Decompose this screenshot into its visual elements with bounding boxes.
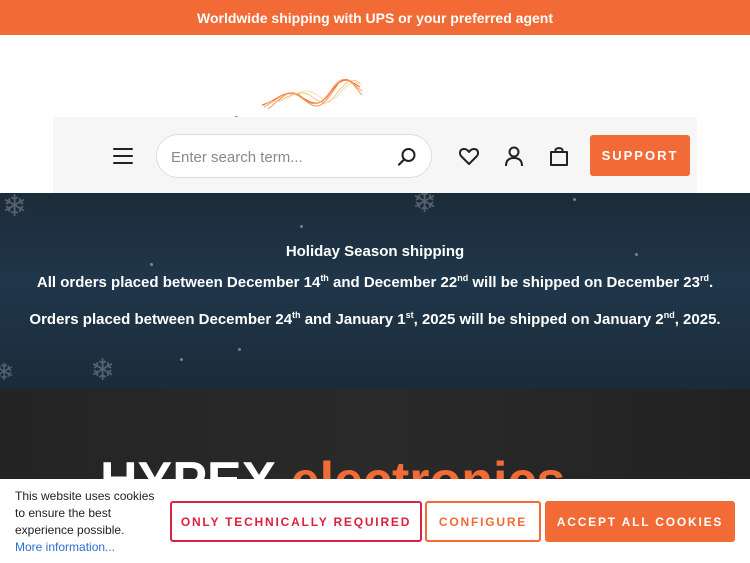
snowflake-icon: ❄ <box>0 359 15 386</box>
cookie-consent-bar: This website uses cookies to ensure the … <box>0 479 750 563</box>
support-button[interactable]: SUPPORT <box>590 135 690 176</box>
wishlist-heart-icon[interactable] <box>458 145 480 167</box>
account-user-icon[interactable] <box>503 145 525 167</box>
announcement-text: Worldwide shipping with UPS or your pref… <box>197 9 553 26</box>
snowflake-icon: ❄ <box>90 354 116 387</box>
snowflake-icon: ❄ <box>2 193 28 223</box>
cookie-notice: This website uses cookies to ensure the … <box>15 488 165 556</box>
holiday-line-1: All orders placed between December 14th … <box>36 273 714 291</box>
snowflake-icon: ❄ <box>412 193 438 219</box>
header-navbar: SUPPORT <box>53 117 697 193</box>
logo-area: hypex electronics <box>0 35 750 149</box>
menu-icon[interactable] <box>113 148 133 164</box>
cookie-configure-button[interactable]: CONFIGURE <box>425 501 541 542</box>
search-input[interactable] <box>171 145 381 169</box>
cookie-accept-all-button[interactable]: ACCEPT ALL COOKIES <box>545 501 735 542</box>
cart-bag-icon[interactable] <box>548 145 570 167</box>
search-box <box>156 134 432 178</box>
holiday-line-2: Orders placed between December 24th and … <box>29 310 721 328</box>
holiday-title: Holiday Season shipping <box>285 243 465 260</box>
search-icon[interactable] <box>397 147 417 167</box>
holiday-shipping-banner: ❄ ❄ ❄ ❄ Holiday Season shipping All orde… <box>0 193 750 389</box>
announcement-bar: Worldwide shipping with UPS or your pref… <box>0 0 750 35</box>
cookie-more-info-link[interactable]: More information... <box>15 539 165 556</box>
cookie-required-only-button[interactable]: ONLY TECHNICALLY REQUIRED <box>170 501 422 542</box>
cookie-message: This website uses cookies to ensure the … <box>15 489 155 537</box>
